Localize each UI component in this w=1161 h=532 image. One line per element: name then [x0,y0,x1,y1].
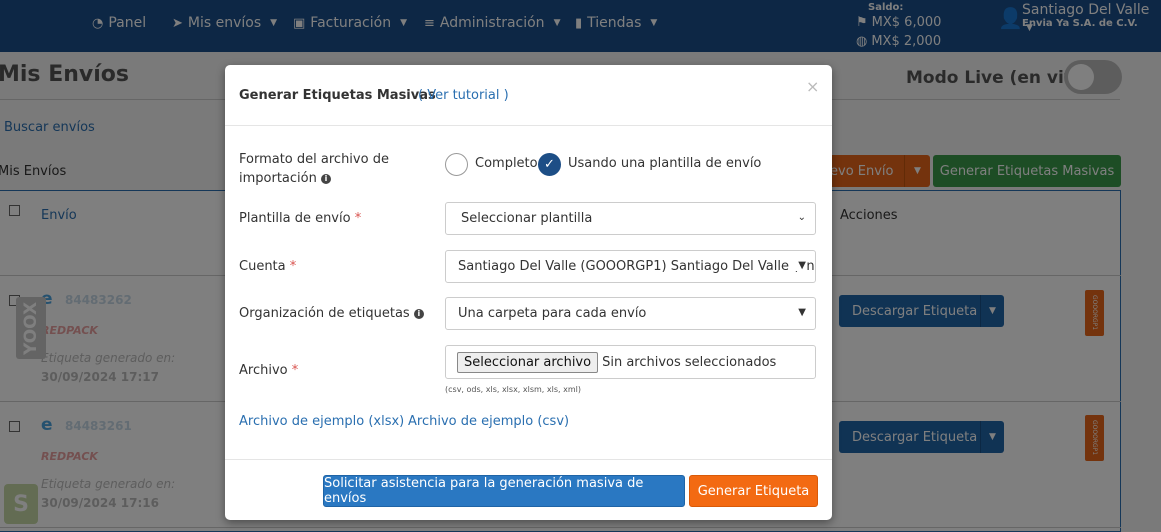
request-assistance-button[interactable]: Solicitar asistencia para la generación … [323,475,685,507]
required-asterisk: * [291,363,299,378]
account-select-value: Santiago Del Valle (GOOORGP1) Santiago D… [458,259,816,274]
info-icon[interactable]: i [413,308,424,319]
format-label-line1: Formato del archivo de [239,152,389,167]
file-input[interactable]: Seleccionar archivo Sin archivos selecci… [445,345,816,379]
account-select[interactable]: Santiago Del Valle (GOOORGP1) Santiago D… [445,250,816,283]
required-asterisk: * [354,211,362,226]
caret-down-icon: ▼ [794,307,806,318]
template-select[interactable]: Seleccionar plantilla ⌄ [445,202,816,235]
file-status: Sin archivos seleccionados [602,354,777,370]
organization-select-value: Una carpeta para cada envío [458,306,647,321]
file-label: Archivo * [239,361,298,380]
bulk-labels-modal: Generar Etiquetas Masivas ( Ver tutorial… [225,65,832,520]
account-label-text: Cuenta [239,259,286,274]
example-csv-link[interactable]: Archivo de ejemplo (csv) [408,414,569,429]
radio-plantilla-label[interactable]: Usando una plantilla de envío [568,156,761,171]
caret-down-icon: ▼ [794,260,806,271]
generate-label-button[interactable]: Generar Etiqueta [689,475,818,507]
choose-file-button[interactable]: Seleccionar archivo [457,351,599,373]
tutorial-link[interactable]: ( Ver tutorial ) [418,88,509,103]
file-label-text: Archivo [239,363,288,378]
required-asterisk: * [289,259,297,274]
file-types-hint: (csv, ods, xls, xlsx, xlsm, xls, xml) [445,385,581,394]
account-label: Cuenta * [239,257,296,276]
radio-plantilla[interactable]: ✓ [538,153,561,176]
modal-footer: Solicitar asistencia para la generación … [225,459,832,520]
template-label: Plantilla de envío * [239,209,361,228]
format-label-line2: importación [239,171,317,186]
template-label-text: Plantilla de envío [239,211,351,226]
chevron-down-icon: ⌄ [793,212,806,223]
organization-label-text: Organización de etiquetas [239,306,410,321]
modal-title: Generar Etiquetas Masivas [239,88,436,103]
radio-completo[interactable] [445,153,468,176]
close-icon[interactable]: × [806,77,819,96]
template-select-value: Seleccionar plantilla [461,211,593,226]
organization-select[interactable]: Una carpeta para cada envío ▼ [445,297,816,330]
example-xlsx-link[interactable]: Archivo de ejemplo (xlsx) [239,414,404,429]
radio-completo-label[interactable]: Completo [475,156,538,171]
modal-header: Generar Etiquetas Masivas ( Ver tutorial… [225,65,832,126]
check-icon: ✓ [544,157,555,172]
info-icon[interactable]: i [320,173,331,184]
format-label: Formato del archivo de importación i [239,150,389,188]
organization-label: Organización de etiquetas i [239,304,424,323]
